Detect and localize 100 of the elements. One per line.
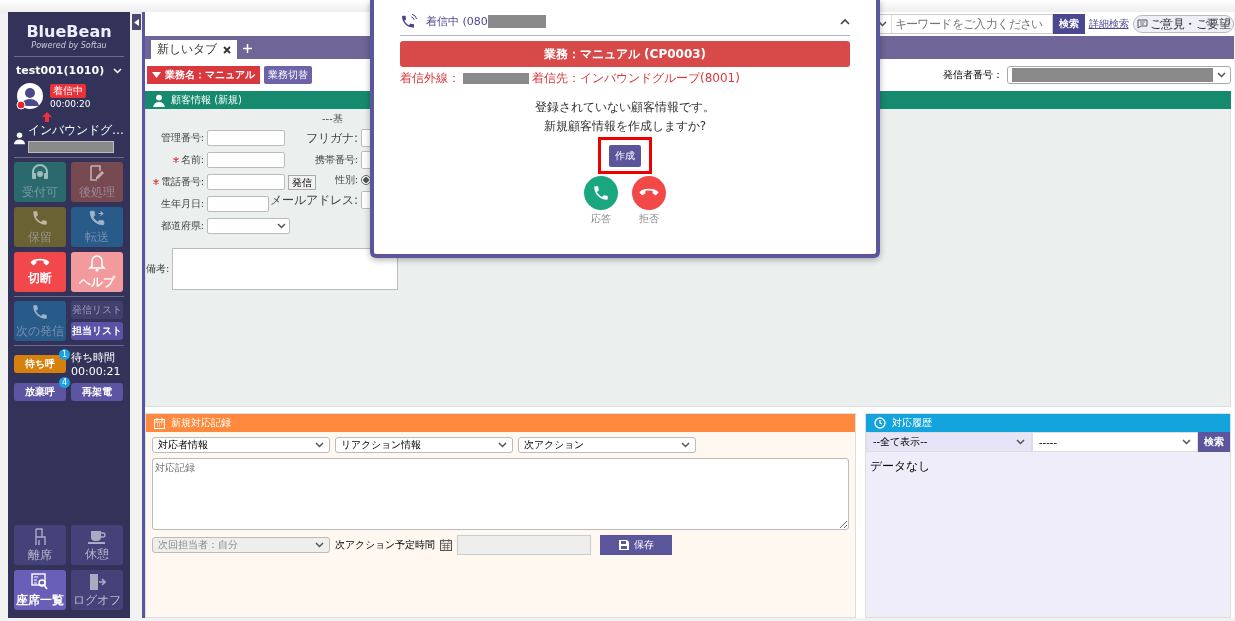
- field-label: 性別:: [334, 173, 359, 187]
- status-badge: 着信中: [50, 83, 86, 98]
- chevron-up-icon[interactable]: [840, 17, 850, 25]
- list-button[interactable]: 担当リスト: [71, 322, 123, 340]
- clock-icon: [874, 417, 886, 429]
- panel-title: 対応履歴: [892, 416, 932, 430]
- hang-up-icon: [639, 188, 659, 198]
- seat-search-icon: [31, 573, 49, 591]
- count-badge: 1: [59, 349, 70, 360]
- field-label: 電話番号:: [160, 175, 204, 189]
- redacted-bar: [487, 14, 546, 28]
- dropdown[interactable]: リアクション情報: [335, 437, 513, 453]
- caret-icon: [152, 72, 161, 78]
- edit-icon: [88, 163, 106, 182]
- chevron-down-icon: [315, 542, 324, 548]
- task-name-button[interactable]: 業務名：マニュアル: [147, 66, 260, 84]
- task-banner: 業務：マニュアル (CP0003): [400, 41, 850, 67]
- field-label: 備考:: [146, 262, 170, 276]
- input-field[interactable]: [207, 174, 285, 190]
- feedback-button[interactable]: ご意見・ご要望: [1132, 15, 1234, 33]
- chevron-down-icon: [1217, 72, 1226, 78]
- save-button[interactable]: 保存: [600, 535, 672, 555]
- field-label: フリガナ:: [306, 129, 359, 147]
- task-switch-button[interactable]: 業務切替: [264, 66, 312, 84]
- avatar-icon: [16, 82, 44, 110]
- arrow-up-icon: [42, 112, 52, 122]
- sidebar-button[interactable]: 切断: [14, 252, 66, 292]
- chevron-down-icon: [315, 442, 324, 448]
- tab[interactable]: 新しいタブ: [151, 40, 237, 59]
- reject-button[interactable]: [632, 176, 666, 210]
- record-notes-field[interactable]: 対応記録: [152, 458, 849, 530]
- reject-label: 拒否: [639, 212, 659, 226]
- caller-number-label: 発信者番号：: [943, 68, 1003, 82]
- wait-time: 00:00:21: [71, 365, 122, 378]
- phone-icon: [31, 208, 49, 227]
- dropdown[interactable]: 対応者情報: [152, 437, 330, 453]
- group-name: インバウンドグ…: [28, 122, 124, 139]
- answer-button[interactable]: [584, 176, 618, 210]
- input-field[interactable]: [207, 152, 285, 168]
- field-label: 都道府県:: [160, 219, 204, 233]
- call-timer: 00:00:20: [50, 98, 91, 109]
- hang-up-icon: [30, 257, 50, 268]
- filter-dropdown[interactable]: --全て表示--: [866, 432, 1032, 452]
- message-text: 登録されていない顧客情報です。: [535, 99, 715, 116]
- close-icon[interactable]: [223, 45, 231, 54]
- user-name[interactable]: test001(1010): [16, 64, 105, 77]
- message-text: 新規顧客情報を作成しますか?: [543, 118, 707, 135]
- panel-title: 顧客情報 (新規): [171, 93, 242, 107]
- chevron-down-icon: [877, 21, 887, 27]
- count-badge: 4: [59, 377, 70, 388]
- field-label: 携帯番号:: [314, 153, 359, 167]
- chevron-down-icon: [681, 442, 690, 448]
- chevron-down-icon: [277, 223, 286, 229]
- calendar-icon: [154, 417, 165, 429]
- prefecture-select[interactable]: [207, 218, 290, 234]
- line-label: 着信外線：: [400, 70, 460, 87]
- empty-message: データなし: [869, 458, 931, 475]
- save-icon: [618, 540, 629, 550]
- add-tab-icon[interactable]: [243, 44, 252, 53]
- coffee-cup-icon: [87, 529, 107, 545]
- advanced-search-link[interactable]: 詳細検索: [1088, 17, 1129, 31]
- ringing-phone-icon: [400, 12, 420, 30]
- redacted-bar: [463, 73, 529, 84]
- panel-title: 新規対応記録: [171, 416, 231, 430]
- chevron-down-icon: [1016, 439, 1025, 445]
- dial-button[interactable]: 発信: [288, 174, 316, 190]
- phone-icon: [592, 184, 610, 202]
- caret-left-icon: [134, 18, 139, 26]
- wait-time-label: 待ち時間: [71, 350, 116, 365]
- chevron-down-icon: [1182, 439, 1191, 445]
- headset-icon: [30, 163, 50, 182]
- search-button[interactable]: 検索: [1052, 14, 1085, 34]
- chevron-down-icon: [498, 442, 507, 448]
- sidebar-button[interactable]: 座席一覧: [14, 570, 66, 610]
- input-field[interactable]: [207, 130, 285, 146]
- input-field[interactable]: [207, 196, 269, 212]
- logo-tagline: Powered by Softau: [31, 41, 107, 50]
- dialog-title: 着信中 (080: [426, 13, 488, 29]
- notes-field[interactable]: [172, 248, 399, 290]
- chair-icon: [33, 528, 47, 546]
- caller-number-select[interactable]: [1007, 66, 1231, 84]
- app-logo: BlueBean: [26, 22, 112, 41]
- person-icon: [153, 93, 165, 107]
- create-button[interactable]: 作成: [609, 145, 641, 167]
- redial-button[interactable]: 再架電: [71, 383, 123, 401]
- field-label: 名前:: [180, 153, 204, 167]
- dropdown[interactable]: 次アクション: [518, 437, 696, 453]
- collapse-button[interactable]: [132, 14, 141, 30]
- search-button[interactable]: 検索: [1198, 432, 1230, 452]
- phone-icon: [31, 302, 49, 321]
- section-heading: ---基: [322, 113, 343, 125]
- field-label: 管理番号:: [160, 131, 204, 145]
- destination-text: 着信先：インバウンドグループ(8001): [532, 70, 740, 87]
- field-label: 生年月日:: [160, 197, 204, 211]
- schedule-label: 次アクション予定時間: [335, 538, 435, 552]
- calendar-icon[interactable]: [440, 539, 452, 551]
- chevron-down-icon[interactable]: [113, 67, 122, 74]
- transfer-call-icon: [88, 208, 106, 227]
- filter-dropdown[interactable]: -----: [1032, 432, 1198, 452]
- chat-icon: [1136, 19, 1148, 29]
